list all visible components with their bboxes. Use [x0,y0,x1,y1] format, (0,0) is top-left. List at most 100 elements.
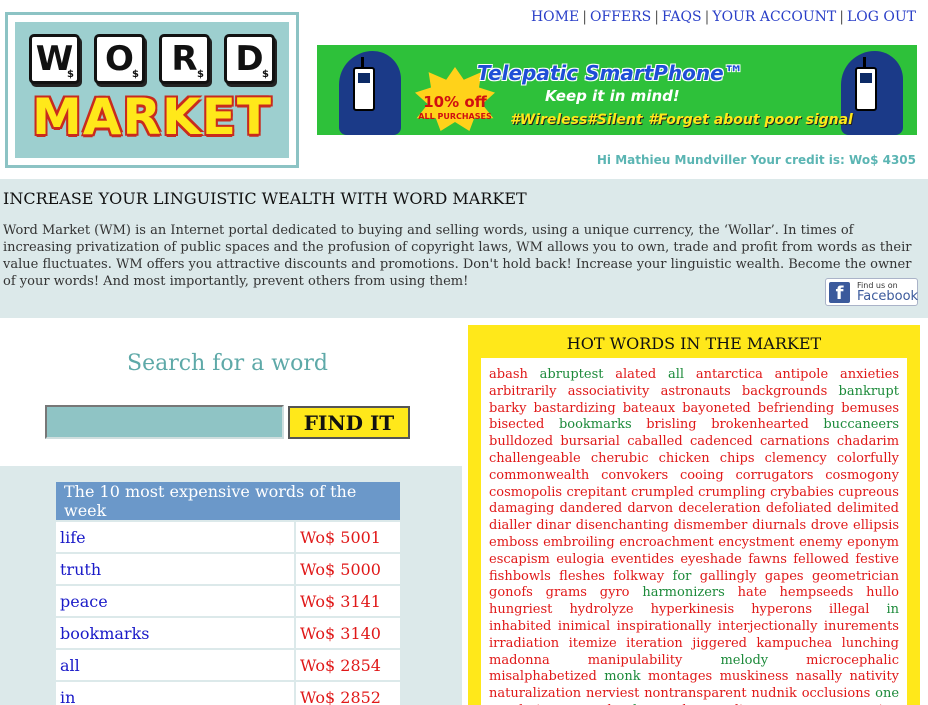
hot-word-link[interactable]: bursarial [560,434,620,449]
hot-word-link[interactable]: gonofs [489,585,533,600]
find-it-button[interactable]: FIND IT [288,406,410,439]
nav-account-link[interactable]: YOUR ACCOUNT [712,9,836,25]
hot-word-link[interactable]: crumpled [631,485,694,500]
hot-word-link[interactable]: drove [811,518,848,533]
hot-word-link[interactable]: arbitrarily [489,384,557,399]
hot-word-link[interactable]: harmonizers [642,585,724,600]
word-cell[interactable]: in [56,682,294,705]
hot-word-link[interactable]: dismember [674,518,748,533]
hot-word-link[interactable]: bulldozed [489,434,553,449]
hot-word-link[interactable]: cooing [680,468,724,483]
hot-word-link[interactable]: inurements [824,619,899,634]
hot-word-link[interactable]: corrugators [736,468,814,483]
table-row[interactable]: life Wo$ 5001 [56,522,400,552]
hot-word-link[interactable]: fellowed [793,552,849,567]
hot-word-link[interactable]: cosmopolis [489,485,562,500]
hot-word-link[interactable]: crybabies [770,485,834,500]
hot-word-link[interactable]: nontransparent [644,686,746,701]
hot-word-link[interactable]: chips [720,451,755,466]
hot-word-link[interactable]: montages [648,669,712,684]
hot-word-link[interactable]: misalphabetized [489,669,597,684]
hot-word-link[interactable]: inspirationally [617,619,712,634]
hot-word-link[interactable]: nerviest [586,686,639,701]
hot-word-link[interactable]: manipulability [588,653,683,668]
hot-word-link[interactable]: bisected [489,417,544,432]
hot-word-link[interactable]: illegal [829,602,869,617]
hot-word-link[interactable]: fawns [748,552,787,567]
hot-word-link[interactable]: monk [604,669,640,684]
word-cell[interactable]: peace [56,586,294,616]
nav-logout-link[interactable]: LOG OUT [847,9,916,25]
hot-word-link[interactable]: eyeshade [680,552,742,567]
hot-word-link[interactable]: eponym [847,535,899,550]
hot-word-link[interactable]: encystment [718,535,794,550]
word-cell[interactable]: truth [56,554,294,584]
hot-word-link[interactable]: irradiation [489,636,559,651]
hot-word-link[interactable]: buccaneers [823,417,899,432]
hot-word-link[interactable]: bateaux [623,401,675,416]
hot-word-link[interactable]: hungriest [489,602,552,617]
hot-word-link[interactable]: grams [546,585,587,600]
hot-word-link[interactable]: gallingly [700,569,757,584]
hot-word-link[interactable]: iteration [626,636,683,651]
hot-word-link[interactable]: bemuses [841,401,899,416]
hot-word-link[interactable]: befriending [758,401,834,416]
hot-word-link[interactable]: in [886,602,899,617]
table-row[interactable]: truth Wo$ 5000 [56,554,400,584]
hot-word-link[interactable]: bayoneted [682,401,751,416]
hot-word-link[interactable]: eventides [611,552,674,567]
hot-word-link[interactable]: antipole [775,367,829,382]
table-row[interactable]: bookmarks Wo$ 3140 [56,618,400,648]
smartphone-banner-ad[interactable]: 10% off ALL PURCHASES Telepatic SmartPho… [317,45,917,135]
table-row[interactable]: all Wo$ 2854 [56,650,400,680]
hot-word-link[interactable]: all [668,367,684,382]
hot-word-link[interactable]: hate [738,585,767,600]
facebook-button[interactable]: f Find us on Facebook [825,278,918,306]
site-logo[interactable]: W $ O $ R $ D $ MARKET [5,12,299,168]
hot-word-link[interactable]: brisling [646,417,696,432]
word-cell[interactable]: life [56,522,294,552]
hot-word-link[interactable]: naturalization [489,686,581,701]
hot-word-link[interactable]: eulogia [556,552,604,567]
hot-word-link[interactable]: cadenced [690,434,753,449]
hot-word-link[interactable]: encroachment [619,535,713,550]
hot-word-link[interactable]: geometrician [812,569,899,584]
search-input[interactable] [45,405,284,439]
hot-word-link[interactable]: lunching [842,636,899,651]
hot-word-link[interactable]: abruptest [540,367,604,382]
hot-word-link[interactable]: nasally [796,669,842,684]
word-cell[interactable]: all [56,650,294,680]
hot-word-link[interactable]: cherubic [591,451,649,466]
hot-word-link[interactable]: hyperons [751,602,812,617]
hot-word-link[interactable]: itemize [569,636,617,651]
hot-word-link[interactable]: associativity [568,384,650,399]
hot-word-link[interactable]: interjectionally [718,619,818,634]
hot-word-link[interactable]: delimited [837,501,899,516]
hot-word-link[interactable]: defoliated [766,501,832,516]
hot-word-link[interactable]: fleshes [559,569,605,584]
hot-word-link[interactable]: crepitant [566,485,626,500]
hot-word-link[interactable]: barky [489,401,527,416]
hot-word-link[interactable]: muskiness [720,669,789,684]
hot-word-link[interactable]: convokers [601,468,668,483]
hot-word-link[interactable]: hydrolyze [569,602,633,617]
hot-word-link[interactable]: dandered [559,501,622,516]
hot-word-link[interactable]: for [673,569,692,584]
hot-word-link[interactable]: inimical [558,619,610,634]
hot-word-link[interactable]: backgrounds [742,384,827,399]
hot-word-link[interactable]: caballed [627,434,682,449]
hot-word-link[interactable]: chadarim [837,434,899,449]
hot-word-link[interactable]: cosmogony [825,468,899,483]
hot-word-link[interactable]: festive [855,552,899,567]
table-row[interactable]: peace Wo$ 3141 [56,586,400,616]
hot-word-link[interactable]: bankrupt [839,384,899,399]
hot-word-link[interactable]: microcephalic [806,653,899,668]
nav-offers-link[interactable]: OFFERS [590,9,651,25]
hot-word-link[interactable]: nudnik [751,686,796,701]
hot-word-link[interactable]: clemency [765,451,827,466]
hot-word-link[interactable]: emboss [489,535,539,550]
hot-word-link[interactable]: diurnals [752,518,806,533]
hot-word-link[interactable]: bastardizing [534,401,616,416]
hot-word-link[interactable]: embroiling [543,535,615,550]
hot-word-link[interactable]: madonna [489,653,550,668]
